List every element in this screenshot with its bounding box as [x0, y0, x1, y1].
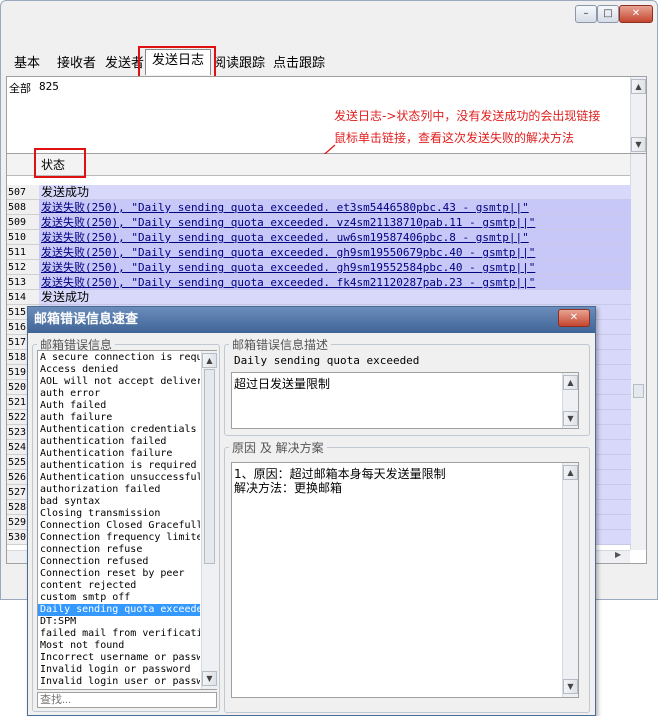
reason-scrollbar[interactable]: ▲ ▼: [562, 463, 578, 697]
desc-textbox[interactable]: 超过日发送量限制 ▲ ▼: [231, 372, 579, 429]
column-highlight: [34, 148, 86, 178]
status-link[interactable]: 发送失败(250), "Daily sending quota exceeded…: [39, 275, 631, 290]
reason-group-label: 原因 及 解决方案: [229, 439, 327, 456]
scroll-down-icon[interactable]: ▼: [202, 671, 217, 686]
list-item[interactable]: authentication failed: [38, 436, 200, 448]
list-item[interactable]: content rejected: [38, 580, 200, 592]
row-number: 509: [7, 215, 39, 230]
list-item[interactable]: Connection Closed Gracefully: [38, 520, 200, 532]
list-item[interactable]: Authentication credentials: [38, 424, 200, 436]
status-link[interactable]: 发送失败(250), "Daily sending quota exceeded…: [39, 260, 631, 275]
list-item[interactable]: Authentication failure: [38, 448, 200, 460]
dialog-close-button[interactable]: ✕: [558, 309, 590, 327]
table-row[interactable]: 514 发送成功: [7, 290, 631, 305]
list-item[interactable]: Connection reset by peer: [38, 568, 200, 580]
row-number: 507: [7, 185, 39, 200]
scroll-down-icon[interactable]: ▼: [563, 411, 578, 426]
list-item[interactable]: authorization failed: [38, 484, 200, 496]
grid-scrollbar[interactable]: [630, 154, 646, 550]
scroll-down-icon[interactable]: ▼: [563, 679, 578, 694]
tab-recipients[interactable]: 接收者: [57, 55, 96, 75]
list-item[interactable]: Invalid login user or password: [38, 676, 200, 688]
maximize-button[interactable]: □: [597, 5, 619, 23]
table-row[interactable]: 509 发送失败(250), "Daily sending quota excee…: [7, 215, 631, 230]
table-row[interactable]: 508 发送失败(250), "Daily sending quota excee…: [7, 200, 631, 215]
list-item[interactable]: auth error: [38, 388, 200, 400]
search-input[interactable]: [37, 692, 217, 708]
list-item[interactable]: bad syntax: [38, 496, 200, 508]
tab-basic[interactable]: 基本: [14, 55, 40, 75]
error-list-scrollbar[interactable]: ▲ ▼: [201, 351, 217, 689]
scroll-down-icon[interactable]: ▼: [631, 137, 646, 152]
list-item[interactable]: connection refuse: [38, 544, 200, 556]
tab-click-tracking[interactable]: 点击跟踪: [273, 55, 325, 75]
status-cell: 发送成功: [39, 290, 631, 305]
status-link[interactable]: 发送失败(250), "Daily sending quota exceeded…: [39, 200, 631, 215]
grid-header: 状态: [7, 154, 631, 176]
status-cell: 发送成功: [39, 185, 631, 200]
scroll-up-icon[interactable]: ▲: [563, 375, 578, 390]
desc-english: Daily sending quota exceeded: [234, 354, 420, 367]
list-item[interactable]: Most not found: [38, 640, 200, 652]
list-item[interactable]: A secure connection is required: [38, 352, 200, 364]
list-item[interactable]: authentication is required: [38, 460, 200, 472]
status-link[interactable]: 发送失败(250), "Daily sending quota exceeded…: [39, 215, 631, 230]
list-item[interactable]: Incorrect username or password: [38, 652, 200, 664]
list-item[interactable]: failed mail from verification: [38, 628, 200, 640]
dialog-title: 邮箱错误信息速查: [28, 307, 595, 333]
reason-textbox[interactable]: 1、原因：超过邮箱本身每天发送量限制 解决方法：更换邮箱 ▲ ▼: [231, 462, 579, 698]
list-item[interactable]: DT:SPM: [38, 616, 200, 628]
tab-read-tracking[interactable]: 阅读跟踪: [213, 55, 265, 75]
list-item[interactable]: Access denied: [38, 364, 200, 376]
error-list[interactable]: A secure connection is requiredAccess de…: [37, 350, 217, 690]
list-item[interactable]: Closing transmission: [38, 508, 200, 520]
scroll-thumb[interactable]: [204, 369, 215, 564]
table-row[interactable]: 513 发送失败(250), "Daily sending quota excee…: [7, 275, 631, 290]
table-row[interactable]: 512 发送失败(250), "Daily sending quota excee…: [7, 260, 631, 275]
table-row[interactable]: 511 发送失败(250), "Daily sending quota excee…: [7, 245, 631, 260]
row-number: 508: [7, 200, 39, 215]
scroll-up-icon[interactable]: ▲: [631, 79, 646, 94]
annotation-line2: 鼠标单击链接，查看这次发送失败的解决方法: [334, 131, 575, 145]
scroll-thumb[interactable]: [633, 384, 644, 398]
desc-group-label: 邮箱错误信息描述: [229, 336, 332, 353]
desc-chinese: 超过日发送量限制: [234, 377, 331, 391]
scroll-up-icon[interactable]: ▲: [563, 465, 578, 480]
row-number: 514: [7, 290, 39, 305]
scroll-up-icon[interactable]: ▲: [202, 353, 217, 368]
table-row[interactable]: 510 发送失败(250), "Daily sending quota excee…: [7, 230, 631, 245]
status-link[interactable]: 发送失败(250), "Daily sending quota exceeded…: [39, 230, 631, 245]
scroll-right-icon[interactable]: ▶: [615, 550, 621, 559]
error-list-items: A secure connection is requiredAccess de…: [38, 352, 200, 688]
minimize-button[interactable]: –: [575, 5, 597, 23]
close-button[interactable]: ✕: [619, 5, 653, 23]
list-item[interactable]: custom smtp off: [38, 592, 200, 604]
desc-scrollbar[interactable]: ▲ ▼: [562, 373, 578, 428]
list-item[interactable]: Auth failed: [38, 400, 200, 412]
list-item[interactable]: AOL will not accept delivery: [38, 376, 200, 388]
summary-scrollbar[interactable]: ▲ ▼: [630, 77, 646, 153]
row-number: 510: [7, 230, 39, 245]
list-item[interactable]: auth failure: [38, 412, 200, 424]
list-item[interactable]: Invalid login or password: [38, 664, 200, 676]
annotation-line1: 发送日志->状态列中，没有发送成功的会出现链接: [334, 109, 601, 123]
list-item[interactable]: Authentication unsuccessful: [38, 472, 200, 484]
list-item[interactable]: Connection refused: [38, 556, 200, 568]
list-item[interactable]: Daily sending quota exceeded: [38, 604, 200, 616]
status-link[interactable]: 发送失败(250), "Daily sending quota exceeded…: [39, 245, 631, 260]
table-row[interactable]: 507 发送成功: [7, 185, 631, 200]
row-number: 513: [7, 275, 39, 290]
list-item[interactable]: Connection frequency limited: [38, 532, 200, 544]
row-number: 511: [7, 245, 39, 260]
summary-count: 825: [39, 80, 59, 93]
summary-label: 全部: [9, 82, 31, 95]
solution-text: 解决方法：更换邮箱: [234, 481, 343, 495]
error-lookup-dialog: 邮箱错误信息速查 ✕ 邮箱错误信息 A secure connection is…: [27, 306, 596, 716]
row-number: 512: [7, 260, 39, 275]
